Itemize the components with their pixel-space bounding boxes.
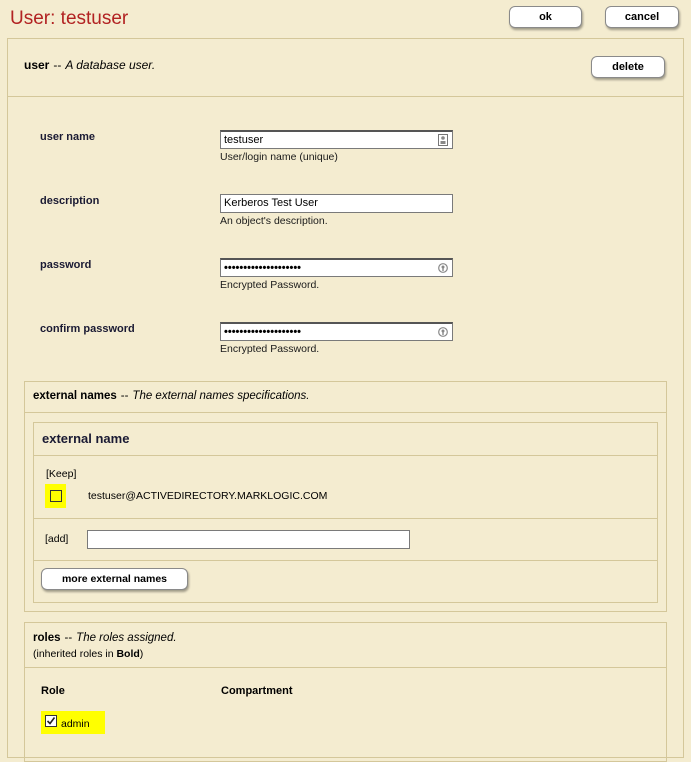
password-value: •••••••••••••••••••• xyxy=(224,262,302,274)
roles-header: roles -- The roles assigned. xyxy=(33,632,177,644)
confirm-password-value: •••••••••••••••••••• xyxy=(224,326,302,338)
divider xyxy=(33,518,658,519)
section-description: A database user. xyxy=(65,58,156,72)
user-name-hint: User/login name (unique) xyxy=(220,151,338,163)
divider xyxy=(24,667,667,668)
page-title: User: testuser xyxy=(10,8,129,29)
external-name-title: external name xyxy=(42,431,130,446)
cancel-button[interactable]: cancel xyxy=(605,6,679,28)
description-input[interactable]: Kerberos Test User xyxy=(220,194,453,213)
roles-note: (inherited roles in Bold) xyxy=(33,648,143,660)
roles-note-prefix: (inherited roles in xyxy=(33,648,117,660)
role-column-header: Role xyxy=(41,685,65,697)
role-admin-label: admin xyxy=(61,718,90,730)
check-icon xyxy=(46,717,56,725)
divider xyxy=(33,560,658,561)
user-name-value: testuser xyxy=(224,134,264,146)
key-icon xyxy=(438,263,448,273)
role-admin-checkbox[interactable] xyxy=(45,715,57,727)
add-label: [add] xyxy=(45,533,69,545)
confirm-password-input[interactable]: •••••••••••••••••••• xyxy=(220,322,453,341)
user-name-label: user name xyxy=(40,131,96,143)
password-input[interactable]: •••••••••••••••••••• xyxy=(220,258,453,277)
confirm-password-label: confirm password xyxy=(40,323,135,335)
compartment-column-header: Compartment xyxy=(221,685,293,697)
contact-card-icon xyxy=(438,134,448,146)
description-hint: An object's description. xyxy=(220,215,328,227)
divider xyxy=(33,455,658,456)
external-names-header: external names -- The external names speci… xyxy=(33,390,309,402)
roles-note-bold: Bold xyxy=(116,648,140,660)
keep-label: [Keep] xyxy=(46,468,77,480)
section-dash: -- xyxy=(53,58,62,72)
user-section-header: user -- A database user. xyxy=(24,58,155,72)
section-dash: -- xyxy=(64,632,73,644)
description-label: description xyxy=(40,195,100,207)
section-description: The external names specifications. xyxy=(132,390,310,402)
description-value: Kerberos Test User xyxy=(224,197,318,209)
more-external-names-button[interactable]: more external names xyxy=(41,568,188,590)
ok-button[interactable]: ok xyxy=(509,6,582,28)
confirm-password-hint: Encrypted Password. xyxy=(220,343,320,355)
key-icon xyxy=(438,327,448,337)
delete-button[interactable]: delete xyxy=(591,56,665,78)
section-name: external names xyxy=(33,390,117,402)
section-description: The roles assigned. xyxy=(76,632,177,644)
user-name-input[interactable]: testuser xyxy=(220,130,453,149)
external-name-value: testuser@ACTIVEDIRECTORY.MARKLOGIC.COM xyxy=(88,490,328,502)
password-hint: Encrypted Password. xyxy=(220,279,320,291)
section-name: user xyxy=(24,58,50,72)
password-label: password xyxy=(40,259,92,271)
section-name: roles xyxy=(33,632,61,644)
divider xyxy=(7,96,684,97)
divider xyxy=(24,412,667,413)
keep-checkbox[interactable] xyxy=(50,490,62,502)
section-dash: -- xyxy=(120,390,129,402)
add-external-name-input[interactable] xyxy=(87,530,410,549)
roles-note-suffix: ) xyxy=(139,648,144,660)
